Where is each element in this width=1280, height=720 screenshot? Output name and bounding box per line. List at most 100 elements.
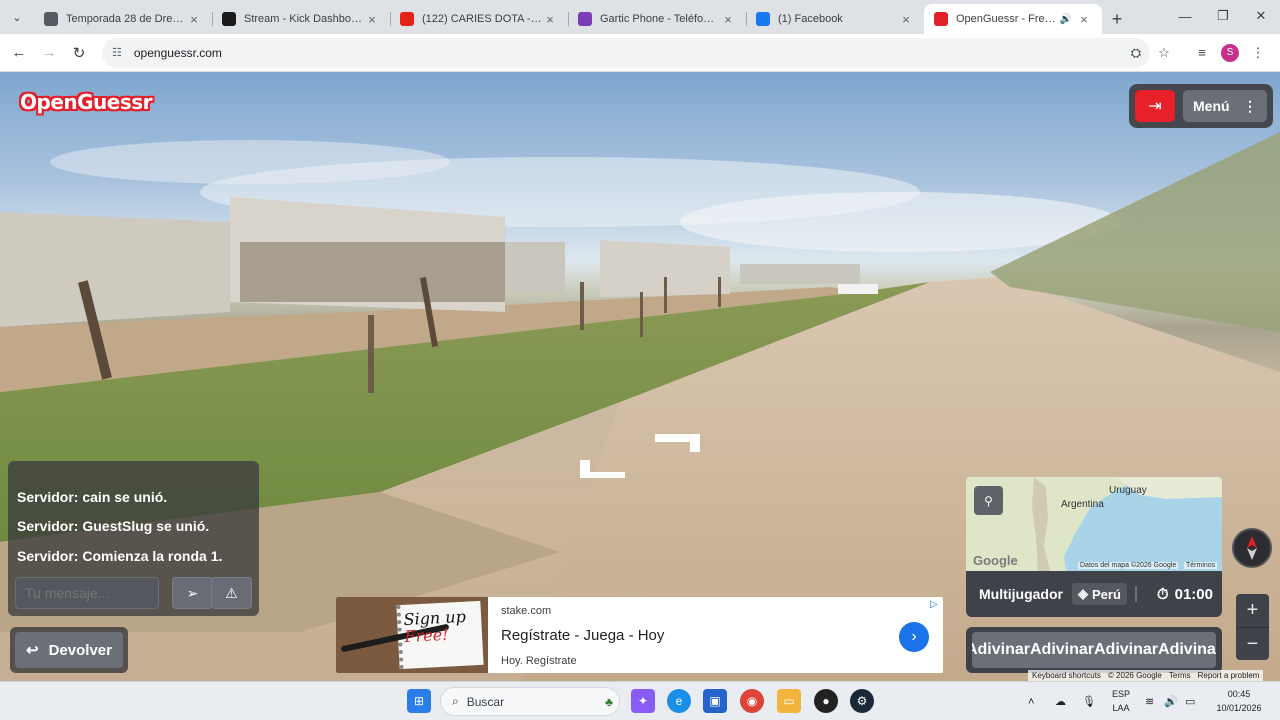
gartic-icon (578, 12, 592, 26)
chrome-icon[interactable]: ◉ (740, 689, 764, 713)
round-timer: ⏱ 01:00 (1157, 586, 1213, 603)
map-attribution: Datos del mapa ©2026 Google (1078, 562, 1179, 569)
openguessr-logo[interactable]: OpenGuessr (20, 90, 153, 114)
onedrive-icon[interactable]: ☁ (1055, 682, 1066, 720)
ad-domain: stake.com (501, 605, 552, 617)
wifi-icon[interactable]: ≋ (1145, 682, 1154, 720)
report-button[interactable]: ⚠ (211, 577, 252, 609)
send-message-button[interactable]: ➢ (172, 577, 213, 609)
map-filter-button[interactable]: ⚲ (974, 486, 1003, 515)
chat-input[interactable] (15, 577, 159, 609)
close-tab-icon[interactable]: × (720, 12, 736, 27)
tab-title: Stream - Kick Dashboard (244, 13, 364, 25)
taskbar-search[interactable]: ⌕ Buscar ♣ (440, 687, 620, 716)
ad-choices-icon[interactable]: ▷ (930, 599, 938, 610)
steam-icon[interactable]: ⚙ (850, 689, 874, 713)
google-footer-bar: Keyboard shortcuts © 2026 Google Terms R… (1028, 670, 1264, 681)
close-tab-icon[interactable]: × (1076, 12, 1092, 27)
browser-tab[interactable]: (1) Facebook × (746, 4, 924, 34)
browser-tab[interactable]: (122) CARIES DOTA - YouT× (390, 4, 568, 34)
maximize-button[interactable]: ❐ (1204, 0, 1242, 32)
menu-button[interactable]: Menú ⋮ (1183, 90, 1267, 122)
tab-audio-icon[interactable]: 🔊 (1060, 14, 1072, 25)
ad-banner[interactable]: Sign up Free! stake.com Regístrate - Jue… (336, 597, 943, 673)
map-terms-link[interactable]: Términos (1184, 562, 1218, 569)
guess-label: AdivinarAdivinarAdivinarAdivinarAdivinar… (972, 641, 1216, 658)
ad-open-button[interactable]: › (899, 622, 929, 652)
clock-time: 00:45 (1227, 689, 1251, 699)
window-controls: — ❐ ✕ (1166, 0, 1280, 32)
close-window-button[interactable]: ✕ (1242, 0, 1280, 32)
tray-overflow-icon[interactable]: ˄ (1028, 682, 1034, 720)
browser-toolbar: ← → ↻ ☷ openguessr.com ⛭ ☆ ≡ S ⋮ (0, 34, 1280, 72)
microphone-icon[interactable]: 🎙 (1082, 682, 1096, 720)
chat-message: Servidor: cain se unió. (17, 489, 168, 505)
report-problem-link[interactable]: Report a problem (1198, 671, 1260, 680)
timer-value: 01:00 (1174, 585, 1213, 603)
language-line1: ESP (1111, 689, 1130, 699)
zoom-out-button[interactable]: − (1236, 627, 1269, 660)
profile-button[interactable]: S (1216, 39, 1244, 67)
zoom-in-button[interactable]: + (1236, 594, 1269, 627)
street-view-panorama[interactable]: OpenGuessr ⇥ Menú ⋮ Servidor: cain se un… (0, 72, 1280, 681)
windows-start-icon[interactable]: ⊞ (407, 689, 431, 713)
ad-image-text: Sign up Free! (403, 607, 485, 646)
media-control-icon[interactable]: ≡ (1188, 39, 1216, 67)
browser-tab[interactable]: Temporada 28 de DreamLe× (34, 4, 212, 34)
browser-menu-icon[interactable]: ⋮ (1244, 39, 1272, 67)
back-icon[interactable]: ← (4, 38, 34, 68)
obs-icon[interactable]: ● (814, 689, 838, 713)
minimize-button[interactable]: — (1166, 0, 1204, 32)
terms-link[interactable]: Terms (1169, 671, 1191, 680)
guess-button[interactable]: AdivinarAdivinarAdivinarAdivinarAdivinar… (972, 632, 1216, 668)
browser-tab-strip: ⌄ Temporada 28 de DreamLe×Stream - Kick … (0, 0, 1280, 34)
openguessr-icon (934, 12, 948, 26)
forward-icon[interactable]: → (34, 38, 64, 68)
game-mode-label: Multijugador (979, 586, 1063, 602)
battery-icon[interactable]: ▭ (1185, 682, 1195, 720)
keyboard-shortcuts-link[interactable]: Keyboard shortcuts (1032, 671, 1101, 680)
compass-icon[interactable] (1232, 528, 1272, 568)
new-tab-button[interactable]: + (1102, 4, 1132, 34)
close-tab-icon[interactable]: × (364, 12, 380, 27)
reload-icon[interactable]: ↻ (64, 38, 94, 68)
top-right-controls: ⇥ Menú ⋮ (1129, 84, 1273, 128)
browser-tab[interactable]: OpenGuessr - Free Geo🔊 × (924, 4, 1102, 34)
browser-tab[interactable]: Gartic Phone - Teléfono De × (568, 4, 746, 34)
google-logo: Google (973, 553, 1018, 568)
exit-game-button[interactable]: ⇥ (1135, 90, 1175, 122)
file-explorer-icon[interactable]: ▭ (777, 689, 801, 713)
guess-map[interactable]: ⚲ Argentina Uruguay Google Datos del map… (966, 477, 1222, 571)
system-clock[interactable]: 00:45 10/01/2026 (1212, 687, 1266, 715)
edge-icon[interactable]: e (667, 689, 691, 713)
volume-icon[interactable]: 🔊 (1164, 682, 1178, 720)
url-text: openguessr.com (133, 45, 222, 60)
search-icon: ⌕ (452, 694, 459, 708)
close-tab-icon[interactable]: × (542, 12, 558, 27)
copilot-icon[interactable]: ✦ (631, 689, 655, 713)
filter-icon: ⚲ (984, 493, 993, 508)
kebab-menu-icon: ⋮ (1243, 97, 1257, 114)
close-tab-icon[interactable]: × (186, 12, 202, 27)
return-label: Devolver (48, 641, 112, 659)
language-indicator[interactable]: ESP LAA (1108, 687, 1134, 715)
chat-message: Servidor: GuestSlug se unió. (17, 518, 210, 534)
bookmark-star-icon[interactable]: ☆ (1150, 39, 1178, 67)
language-line2: LAA (1112, 703, 1130, 713)
translate-icon[interactable]: ⛭ (1122, 39, 1150, 67)
tab-title: (122) CARIES DOTA - YouT (422, 13, 542, 25)
tab-search-button[interactable]: ⌄ (0, 0, 34, 34)
send-icon: ➢ (186, 584, 199, 601)
ad-title[interactable]: Regístrate - Juega - Hoy (501, 627, 664, 644)
report-icon: ⚠ (225, 584, 238, 601)
tab-title: (1) Facebook (778, 13, 843, 25)
address-bar[interactable]: ☷ openguessr.com (102, 37, 1150, 68)
close-tab-icon[interactable]: × (898, 12, 914, 27)
browser-tab[interactable]: Stream - Kick Dashboard × (212, 4, 390, 34)
stopwatch-icon: ⏱ (1156, 585, 1169, 603)
site-info-icon[interactable]: ☷ (112, 46, 122, 59)
store-icon[interactable]: ▣ (703, 689, 727, 713)
chat-message: Servidor: Comienza la ronda 1. (17, 548, 223, 564)
menu-label: Menú (1193, 98, 1230, 114)
return-button[interactable]: ↩ Devolver (15, 632, 123, 668)
